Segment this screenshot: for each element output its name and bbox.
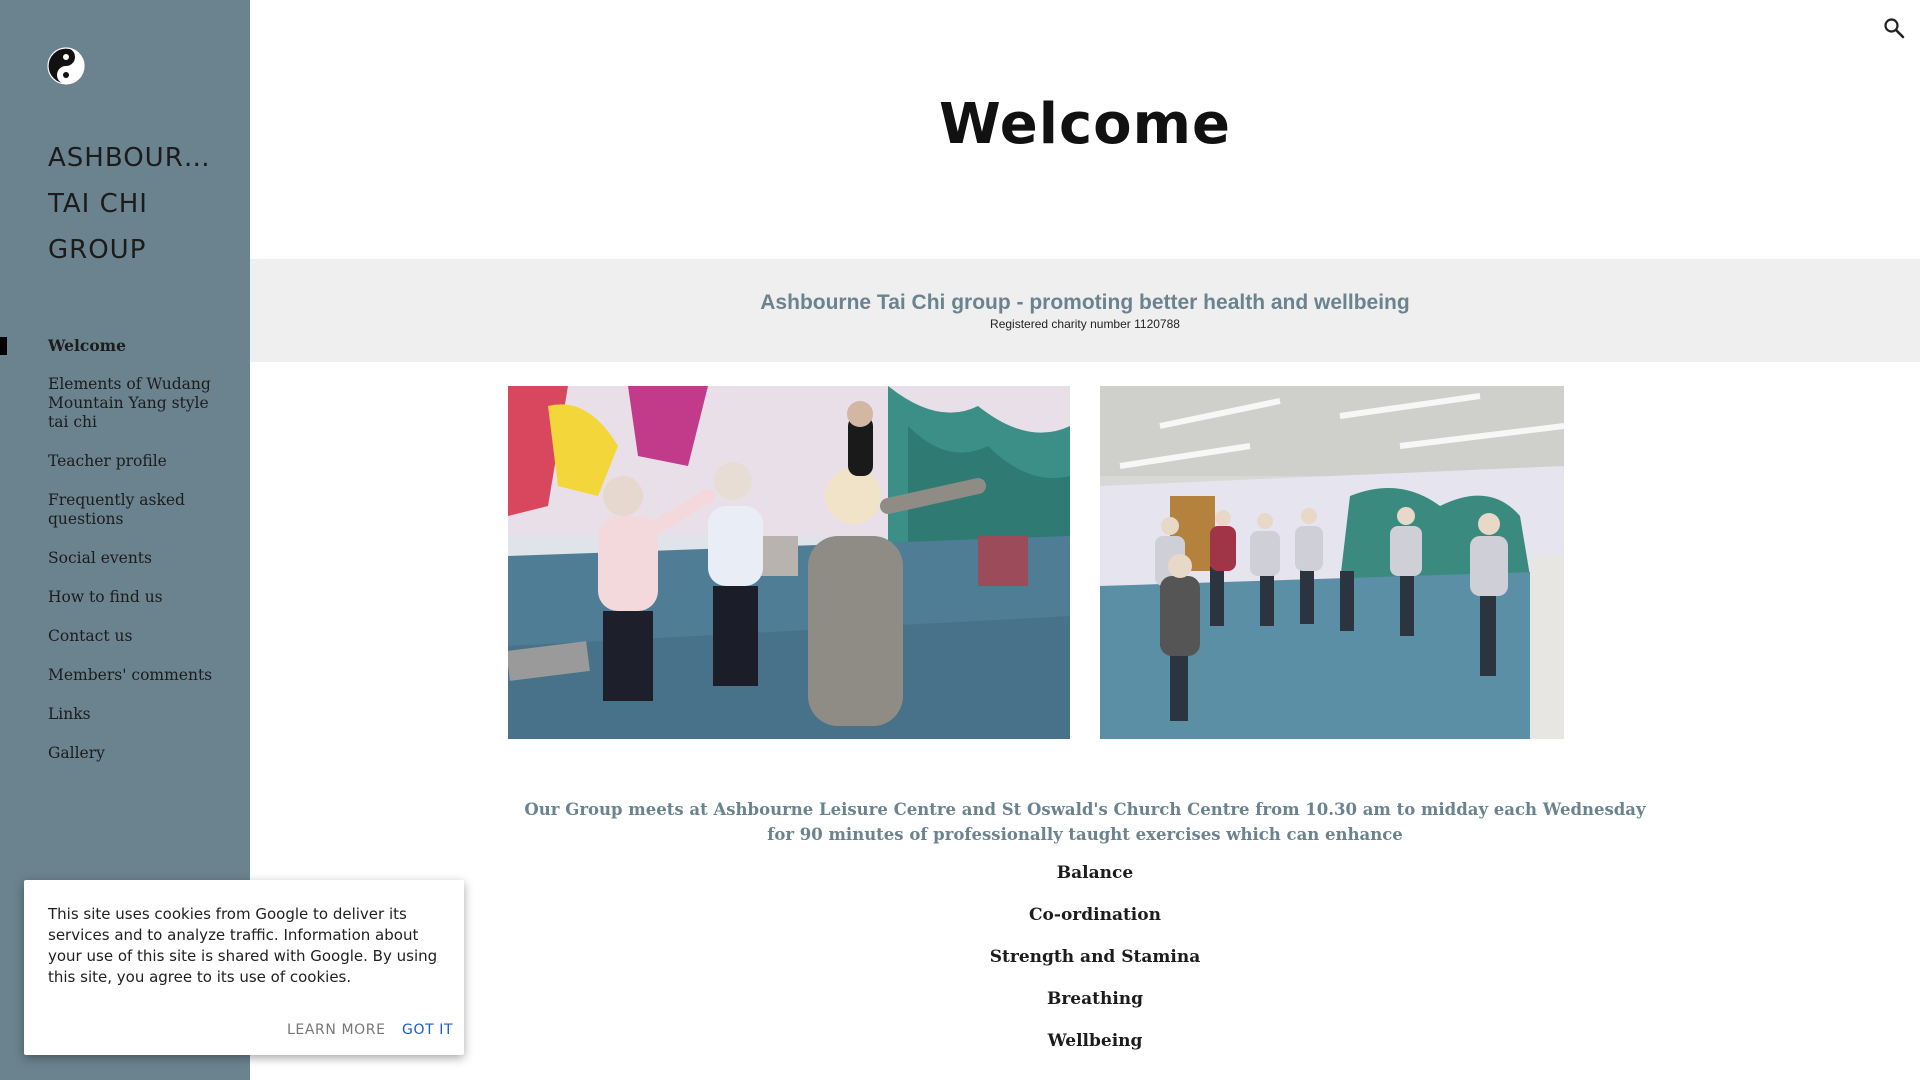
search-icon[interactable] — [1882, 16, 1906, 40]
nav-item-teacher-profile[interactable]: Teacher profile — [0, 452, 250, 471]
site-title-line-3: GROUP — [48, 235, 147, 265]
learn-more-button[interactable]: LEARN MORE — [287, 1022, 386, 1038]
nav-item-gallery[interactable]: Gallery — [0, 744, 250, 763]
site-title-line-2: TAI CHI — [48, 189, 148, 219]
nav-item-faq[interactable]: Frequently asked questions — [0, 491, 250, 529]
meeting-info-text: Our Group meets at Ashbourne Leisure Cen… — [524, 800, 1646, 844]
banner-heading: Ashbourne Tai Chi group - promoting bett… — [760, 291, 1410, 314]
nav-item-members-comments[interactable]: Members' comments — [0, 666, 250, 685]
benefit-item: Balance — [1056, 863, 1134, 883]
photo-tai-chi-class-hall — [1100, 386, 1564, 739]
benefit-item: Wellbeing — [1047, 1031, 1143, 1051]
nav-item-elements-of-wudang[interactable]: Elements of Wudang Mountain Yang style t… — [0, 375, 250, 432]
site-title-line-1: ASHBOURNE — [48, 143, 218, 173]
charity-number: Registered charity number 1120788 — [990, 317, 1180, 331]
cookie-notice-text: This site uses cookies from Google to de… — [48, 905, 438, 986]
photo-tai-chi-class-closeup — [508, 386, 1070, 739]
got-it-button[interactable]: GOT IT — [402, 1022, 453, 1038]
nav-item-social-events[interactable]: Social events — [0, 549, 250, 568]
nav-item-links[interactable]: Links — [0, 705, 250, 724]
banner: Ashbourne Tai Chi group - promoting bett… — [250, 259, 1920, 362]
yin-yang-logo-icon[interactable] — [47, 47, 85, 85]
benefit-item: Breathing — [1046, 989, 1144, 1009]
benefits-list: Balance Co-ordination Strength and Stami… — [520, 862, 1670, 1072]
benefit-item: Strength and Stamina — [989, 947, 1201, 967]
sidebar-nav: Welcome Elements of Wudang Mountain Yang… — [0, 336, 250, 783]
site-title[interactable]: ASHBOURNE TAI CHI GROUP — [48, 135, 218, 273]
nav-item-welcome[interactable]: Welcome — [0, 336, 250, 355]
benefit-item: Co-ordination — [1029, 905, 1161, 925]
page-title: Welcome — [939, 92, 1231, 157]
nav-item-contact-us[interactable]: Contact us — [0, 627, 250, 646]
nav-item-how-to-find-us[interactable]: How to find us — [0, 588, 250, 607]
cookie-notice: This site uses cookies from Google to de… — [24, 880, 464, 1055]
